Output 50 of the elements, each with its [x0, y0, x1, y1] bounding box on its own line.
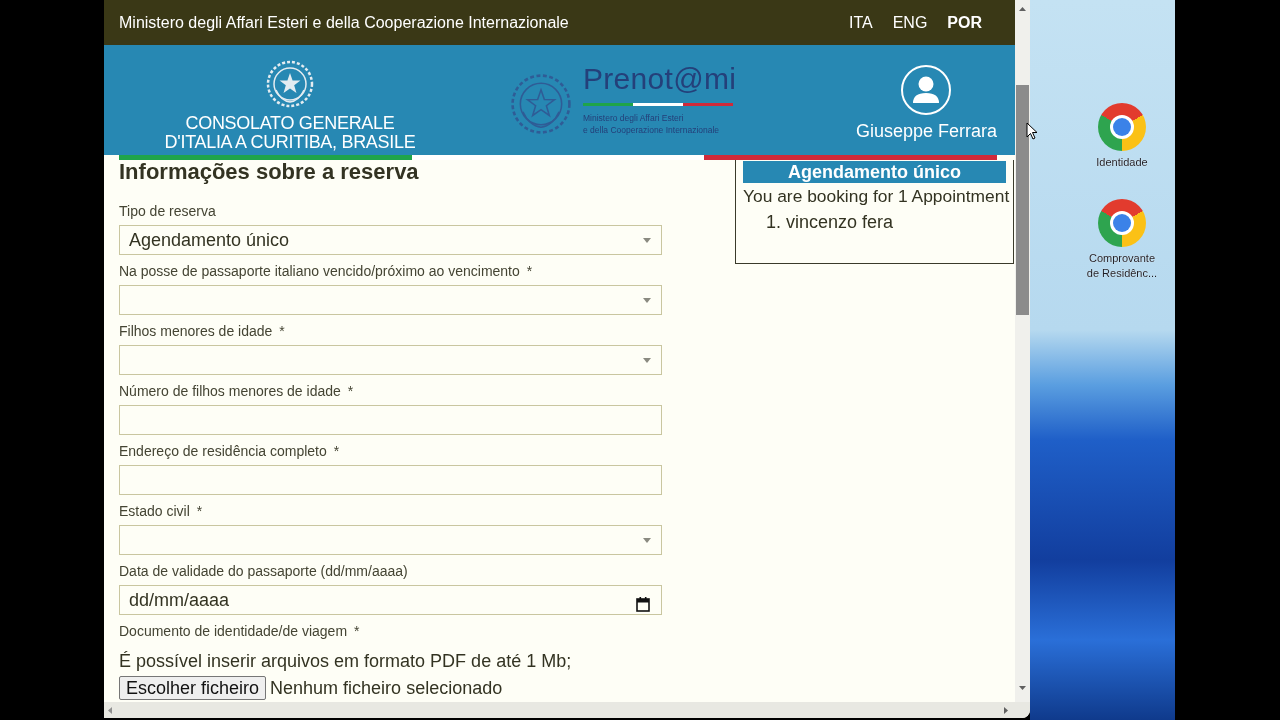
- select-field[interactable]: [119, 345, 662, 375]
- scroll-up-arrow-icon[interactable]: [1019, 7, 1026, 11]
- brand-logo-text: Prenot@mi: [583, 63, 737, 95]
- dropdown-arrow-icon: [643, 297, 651, 303]
- dropdown-arrow-icon: [643, 237, 651, 243]
- dropdown-arrow-icon: [643, 357, 651, 363]
- user-avatar-icon[interactable]: [901, 65, 952, 115]
- browser-app-icon[interactable]: [1098, 103, 1146, 151]
- ministry-title: Ministero degli Affari Esteri e della Cooperazione Internazionale: [119, 13, 569, 32]
- select-field[interactable]: [119, 285, 662, 315]
- field-label: Tipo de reserva: [119, 202, 217, 220]
- horizontal-scrollbar[interactable]: [104, 702, 1030, 718]
- field-label: Na posse de passaporte italiano vencido/próximo ao vencimento *: [119, 262, 534, 280]
- mouse-cursor-icon: [1026, 122, 1038, 140]
- language-link[interactable]: ENG: [892, 13, 928, 32]
- field-label: Endereço de residência completo *: [119, 442, 341, 460]
- dropdown-arrow-icon: [643, 537, 651, 543]
- scrollbar-thumb[interactable]: [1016, 85, 1029, 315]
- shortcut-label[interactable]: Comprovante de Residênc...: [1084, 251, 1160, 281]
- field-label: Estado civil *: [119, 502, 204, 520]
- field-label: Número de filhos menores de idade *: [119, 382, 355, 400]
- date-field[interactable]: dd/mm/aaaa: [119, 585, 662, 615]
- text-field[interactable]: [119, 405, 662, 435]
- scroll-right-arrow-icon[interactable]: [1004, 706, 1008, 714]
- vertical-scrollbar[interactable]: [1015, 0, 1030, 702]
- text-field[interactable]: [119, 465, 662, 495]
- star-emblem-icon: [510, 73, 572, 135]
- booking-count-text: You are booking for 1 Appointment: [743, 186, 1010, 206]
- language-link[interactable]: POR: [947, 13, 982, 32]
- section-title: Informações sobre a reserva: [119, 160, 420, 184]
- calendar-icon[interactable]: [636, 597, 650, 612]
- field-label: Documento de identidade/de viagem *: [119, 622, 361, 640]
- language-link[interactable]: ITA: [848, 13, 873, 32]
- user-name[interactable]: Giuseppe Ferrara: [855, 122, 997, 141]
- scroll-down-arrow-icon[interactable]: [1019, 686, 1026, 690]
- attendee-item: 1. vincenzo fera: [765, 212, 894, 232]
- field-label: Filhos menores de idade *: [119, 322, 286, 340]
- shortcut-label[interactable]: Identidade: [1096, 155, 1148, 170]
- select-field[interactable]: [119, 525, 662, 555]
- field-label: Data de validade do passaporte (dd/mm/aaaa): [119, 562, 409, 580]
- scroll-left-arrow-icon[interactable]: [108, 706, 112, 714]
- file-status-text: Nenhum ficheiro selecionado: [270, 677, 503, 699]
- star-emblem-icon: [266, 60, 314, 108]
- select-field[interactable]: Agendamento único: [119, 225, 662, 255]
- logo-subtitle: Ministero degli Affari Esteri e della Cooperazione Internazionale: [583, 112, 721, 136]
- browser-app-icon[interactable]: [1098, 199, 1146, 247]
- consulate-name: CONSOLATO GENERALE D'ITALIA A CURITIBA, BRASILE: [164, 114, 416, 152]
- choose-file-button[interactable]: Escolher ficheiro: [119, 676, 267, 700]
- summary-title: Agendamento único: [743, 161, 1006, 183]
- file-hint-text: É possível inserir arquivos em formato PDF de até 1 Mb;: [119, 651, 573, 671]
